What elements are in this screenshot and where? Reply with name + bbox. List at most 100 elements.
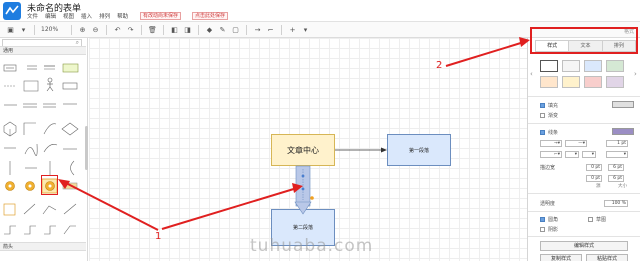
undo-icon[interactable]: ↶ [113, 23, 122, 37]
swatch-yellow[interactable] [562, 76, 580, 88]
shape-cube[interactable] [3, 121, 17, 137]
delete-icon[interactable]: 🗑 [148, 23, 157, 37]
swatch-green[interactable] [606, 60, 624, 72]
menu-arrange[interactable]: 排列 [99, 12, 110, 20]
connection-icon[interactable]: → [253, 23, 262, 37]
perimeter-row: 描边宽 [540, 163, 555, 171]
line-color-picker[interactable] [612, 128, 634, 135]
shape-text[interactable] [3, 64, 17, 72]
line-color-icon[interactable]: ✎ [218, 23, 227, 37]
sketch-checkbox[interactable] [588, 216, 593, 222]
sketch-row: 草图 [588, 215, 606, 223]
arrow-size-select[interactable]: ▾ [606, 151, 628, 158]
shape-label-box[interactable] [62, 82, 78, 90]
toolbar-divider [71, 24, 72, 35]
shape-highlight-box [41, 175, 58, 195]
shape-heading[interactable] [44, 65, 55, 70]
shape-curve-arrow[interactable] [43, 123, 57, 135]
zoom-in-icon[interactable]: ⊕ [78, 23, 87, 37]
shape-elbow[interactable] [23, 122, 36, 135]
shape-step3[interactable] [44, 225, 56, 235]
waypoints-icon[interactable]: ⌐ [266, 23, 275, 37]
shape-container[interactable] [23, 80, 39, 92]
copy-style-button[interactable]: 复制样式 [540, 254, 582, 261]
menu-view[interactable]: 视图 [63, 12, 74, 20]
line-pattern-select[interactable]: —▾ [565, 140, 587, 147]
chevron-left-icon[interactable]: ‹ [530, 70, 533, 78]
waypoints-select[interactable]: ⌐▾ [540, 151, 562, 158]
spacing-top2-input[interactable]: 0 pt [586, 175, 602, 182]
gear-icon[interactable] [25, 181, 35, 191]
swatch-purple[interactable] [606, 76, 624, 88]
spacing-bottom-input[interactable]: 6 pt [608, 164, 624, 171]
zoom-select[interactable]: 120% [41, 26, 65, 33]
shape-actor[interactable] [46, 77, 54, 92]
shape-panel-scrollbar[interactable] [85, 126, 88, 170]
shape-double-line[interactable] [23, 103, 37, 108]
shape-list[interactable] [27, 65, 37, 70]
unsaved-notice: 有改动尚未保存 [140, 12, 182, 20]
shape-wave[interactable] [24, 143, 38, 156]
edge-main-to-bottom-arrow [294, 201, 312, 215]
fill-color-icon[interactable]: ◆ [205, 23, 214, 37]
zoom-out-icon[interactable]: ⊖ [91, 23, 100, 37]
line-width-input[interactable]: 1 pt [606, 140, 628, 147]
shape-arrow-box[interactable] [62, 182, 78, 190]
shape-link-arrow[interactable] [23, 203, 36, 215]
menu-help[interactable]: 帮助 [117, 12, 128, 20]
redo-icon[interactable]: ↷ [126, 23, 135, 37]
line-row: 线条 [540, 128, 558, 136]
gear-icon[interactable] [5, 181, 15, 191]
shape-link[interactable] [43, 103, 56, 108]
annotation-label-2: 2 [436, 60, 443, 71]
chevron-down-icon[interactable]: ▾ [19, 23, 28, 37]
to-back-icon[interactable]: ◨ [183, 23, 192, 37]
insert-plus-icon[interactable]: + [288, 23, 297, 37]
shape-rhombus[interactable] [61, 122, 79, 136]
fill-color-picker[interactable] [612, 101, 634, 108]
swatch-white[interactable] [540, 60, 558, 72]
line-start-select[interactable]: →▾ [540, 140, 562, 147]
swatch-orange[interactable] [540, 76, 558, 88]
chevron-right-icon[interactable]: › [634, 70, 637, 78]
rounded-checkbox[interactable] [540, 216, 545, 222]
edit-style-button[interactable]: 编辑样式 [540, 241, 628, 251]
swatch-red[interactable] [584, 76, 602, 88]
swatch-gray[interactable] [562, 60, 580, 72]
chevron-down-icon[interactable]: ▾ [301, 23, 310, 37]
shape-step4[interactable] [63, 225, 76, 235]
line-checkbox[interactable] [540, 129, 545, 135]
shape-diagonal[interactable] [63, 203, 77, 215]
shape-bent[interactable] [42, 205, 57, 215]
shape-step2[interactable] [24, 225, 36, 235]
shape-note[interactable] [3, 203, 16, 216]
rounded-row: 圆角 [540, 215, 558, 223]
size-label: 大小 [618, 184, 627, 189]
toolbar-divider [246, 24, 247, 35]
gradient-checkbox[interactable] [540, 112, 545, 118]
panel-divider [528, 236, 640, 237]
swatch-blue[interactable] [584, 60, 602, 72]
shape-step[interactable] [4, 225, 16, 235]
fill-checkbox[interactable] [540, 102, 545, 108]
spacing-top-input[interactable]: 0 pt [586, 164, 602, 171]
opacity-input[interactable]: 100 % [604, 200, 628, 207]
line-end2-select[interactable]: ▾ [582, 151, 596, 158]
shape-table[interactable] [62, 63, 79, 73]
shadow-checkbox[interactable] [540, 226, 545, 232]
spacing-bottom2-input[interactable]: 6 pt [608, 175, 624, 182]
line-end-select[interactable]: ▾ [565, 151, 579, 158]
diagram-canvas[interactable]: 文章中心 第一段落 第二段落 [89, 38, 527, 261]
page-view-icon[interactable]: ▣ [6, 23, 15, 37]
to-front-icon[interactable]: ◧ [170, 23, 179, 37]
menu-insert[interactable]: 插入 [81, 12, 92, 20]
menu-edit[interactable]: 编辑 [45, 12, 56, 20]
rounded-label: 圆角 [548, 216, 559, 223]
menu-file[interactable]: 文件 [27, 12, 38, 20]
shape-bracket[interactable] [70, 160, 75, 176]
shadow-icon[interactable]: ▢ [231, 23, 240, 37]
paste-style-button[interactable]: 粘贴样式 [586, 254, 628, 261]
save-link[interactable]: 点击此处保存 [192, 12, 229, 20]
shape-curve[interactable] [43, 144, 58, 153]
shadow-row: 阴影 [540, 225, 558, 233]
